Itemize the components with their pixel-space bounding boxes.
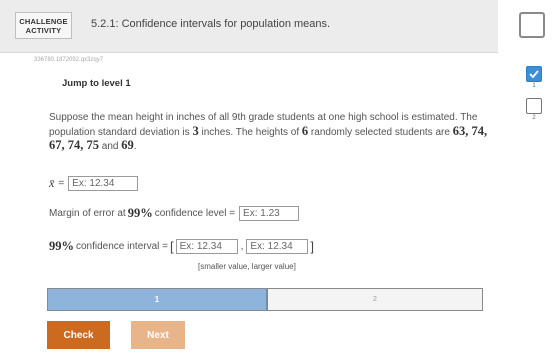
xbar-equals: =: [58, 178, 65, 189]
ci-lower-input[interactable]: [175, 239, 238, 254]
confidence-interval-row: 99% confidence interval = [ , ]: [49, 239, 316, 254]
activity-header: CHALLENGE ACTIVITY 5.2.1: Confidence int…: [0, 0, 498, 53]
last-height-value: 69: [121, 138, 134, 152]
activity-title: 5.2.1: Confidence intervals for populati…: [91, 18, 331, 30]
moe-label-pre: Margin of error at: [49, 208, 126, 219]
level-1-checkmark-icon[interactable]: [526, 66, 542, 82]
jump-to-level-link[interactable]: Jump to level 1: [62, 78, 131, 89]
ci-confidence: 99%: [49, 239, 74, 253]
ci-close-bracket: ]: [310, 239, 315, 254]
sample-mean-row: x̄ =: [49, 176, 139, 191]
progress-segment-1[interactable]: 1: [48, 289, 268, 310]
ci-label: confidence interval =: [76, 241, 169, 252]
level-1-number: 1: [532, 83, 536, 89]
completion-checkbox-icon: [519, 12, 545, 38]
xbar-symbol: x̄: [49, 176, 55, 190]
level-progress-bar: 1 2: [47, 288, 483, 311]
margin-of-error-input[interactable]: [239, 206, 300, 221]
sample-mean-input[interactable]: [68, 176, 139, 191]
ci-upper-input[interactable]: [246, 239, 309, 254]
level-2-number: 2: [532, 115, 536, 121]
level-2-box-icon[interactable]: [526, 98, 542, 114]
ci-open-bracket: [: [170, 239, 174, 254]
challenge-activity-label: CHALLENGE ACTIVITY: [19, 16, 68, 35]
level-indicator: 1 2: [526, 66, 542, 122]
problem-statement: Suppose the mean height in inches of all…: [49, 112, 488, 152]
next-button[interactable]: Next: [131, 321, 185, 349]
margin-of-error-row: Margin of error at 99% confidence level …: [49, 206, 300, 221]
moe-confidence: 99%: [127, 206, 153, 220]
moe-label-post: confidence level =: [154, 208, 236, 219]
activity-id: 336780.1872092.qx3zqy7: [34, 57, 104, 63]
ci-comma: ,: [240, 241, 244, 252]
ci-format-hint: [smaller value, larger value]: [198, 262, 296, 271]
check-button[interactable]: Check: [47, 321, 110, 349]
progress-segment-2[interactable]: 2: [268, 289, 482, 310]
challenge-activity-badge: CHALLENGE ACTIVITY: [15, 12, 72, 39]
